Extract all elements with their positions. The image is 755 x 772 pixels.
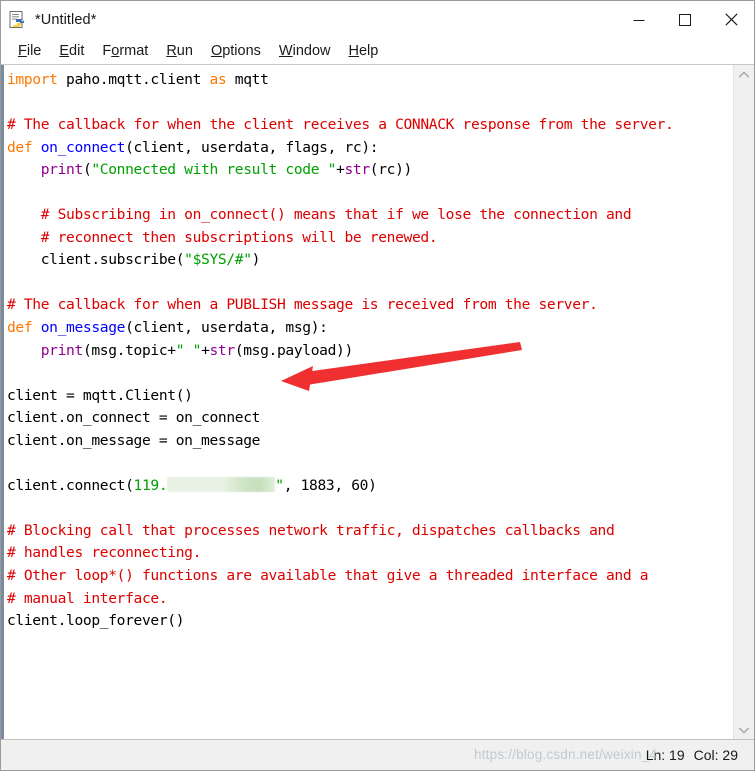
token-keyword-def-2: def [7, 319, 33, 337]
token-builtin-print-1: print [40, 161, 84, 179]
redacted-ip-address [167, 476, 276, 492]
close-icon [724, 13, 738, 26]
string-connected-code: "Connected with result code " [91, 161, 337, 179]
chevron-up-icon [738, 70, 750, 78]
menu-file-rest: ile [26, 43, 42, 59]
menu-item-run[interactable]: Run [157, 41, 202, 61]
menu-file-mnemonic: F [18, 43, 27, 59]
comment-handles-reconnect: # handles reconnecting. [7, 544, 202, 562]
value-port: 1883 [300, 476, 335, 494]
menu-item-file[interactable]: File [9, 41, 50, 61]
line-label: Ln: [645, 747, 666, 763]
menu-run-rest: un [176, 43, 193, 59]
status-bar: Ln: 19 Col: 29 [1, 739, 754, 770]
menu-help-rest: elp [358, 43, 379, 59]
cursor-position-indicator: Ln: 19 Col: 29 [646, 747, 738, 763]
title-bar[interactable]: *Untitled* [1, 1, 754, 38]
token-def-on-message: on_message [40, 319, 126, 337]
menu-item-help[interactable]: Help [340, 41, 388, 61]
token-builtin-str-1: str [344, 161, 370, 179]
col-value: 29 [722, 747, 738, 763]
col-label: Col: [693, 747, 719, 763]
comment-connack: # The callback for when the client recei… [7, 116, 674, 134]
menu-item-options[interactable]: Options [202, 41, 270, 61]
menu-item-edit[interactable]: Edit [50, 41, 93, 61]
token-def-on-connect: on_connect [40, 138, 126, 156]
python-idle-icon [8, 10, 28, 30]
source-code[interactable]: import paho.mqtt.client as mqtt # The ca… [7, 69, 733, 633]
editor-area: import paho.mqtt.client as mqtt # The ca… [1, 65, 754, 739]
menu-options-rest: ptions [222, 43, 261, 59]
code-text-area[interactable]: import paho.mqtt.client as mqtt # The ca… [1, 65, 733, 739]
menu-format-pre: F [102, 43, 112, 59]
string-space: " " [175, 341, 202, 359]
window-title: *Untitled* [35, 11, 97, 28]
token-builtin-str-2: str [209, 341, 236, 359]
menu-options-mnemonic: O [210, 43, 223, 59]
line-value: 19 [669, 747, 685, 763]
string-host-prefix: 119. [133, 476, 168, 494]
value-keepalive: 60 [351, 476, 369, 494]
window-controls [616, 1, 754, 38]
menu-help-mnemonic: H [348, 43, 359, 59]
menu-format-o: o [111, 43, 120, 59]
string-host-quote-close: " [275, 476, 284, 494]
close-button[interactable] [708, 1, 754, 38]
comment-blocking-call: # Blocking call that processes network t… [7, 521, 615, 539]
vertical-scrollbar[interactable] [733, 65, 754, 739]
token-keyword-import: import [7, 71, 58, 88]
menu-window-mnemonic: W [278, 43, 293, 59]
maximize-button[interactable] [662, 1, 708, 38]
comment-other-loop: # Other loop*() functions are available … [7, 567, 649, 585]
menu-bar: File Edit FFormat Run Options Window Hel… [1, 38, 754, 65]
menu-edit-mnemonic: E [59, 43, 70, 59]
scroll-down-button[interactable] [734, 720, 754, 739]
maximize-icon [679, 13, 691, 26]
menu-window-rest: indow [292, 43, 331, 59]
scroll-up-button[interactable] [734, 65, 754, 84]
minimize-icon [633, 19, 645, 21]
chevron-down-icon [738, 726, 750, 734]
token-keyword-def-1: def [7, 138, 33, 156]
idle-editor-window: *Untitled* File Edit FForma [0, 0, 755, 771]
comment-reconnect: # reconnect then subscriptions will be r… [40, 228, 438, 246]
menu-edit-rest: dit [69, 43, 85, 59]
menu-item-window[interactable]: Window [270, 41, 340, 61]
comment-subscribing: # Subscribing in on_connect() means that… [40, 206, 632, 224]
string-sys-topic: "$SYS/#" [184, 251, 252, 269]
token-builtin-print-2: print [40, 341, 84, 359]
minimize-button[interactable] [616, 1, 662, 38]
menu-format-rest: ormat [111, 43, 149, 59]
menu-item-format[interactable]: FFormat [93, 41, 157, 61]
menu-run-mnemonic: R [166, 43, 177, 59]
comment-publish: # The callback for when a PUBLISH messag… [7, 296, 598, 314]
token-keyword-as: as [209, 71, 227, 88]
comment-manual-interface: # manual interface. [7, 589, 168, 607]
